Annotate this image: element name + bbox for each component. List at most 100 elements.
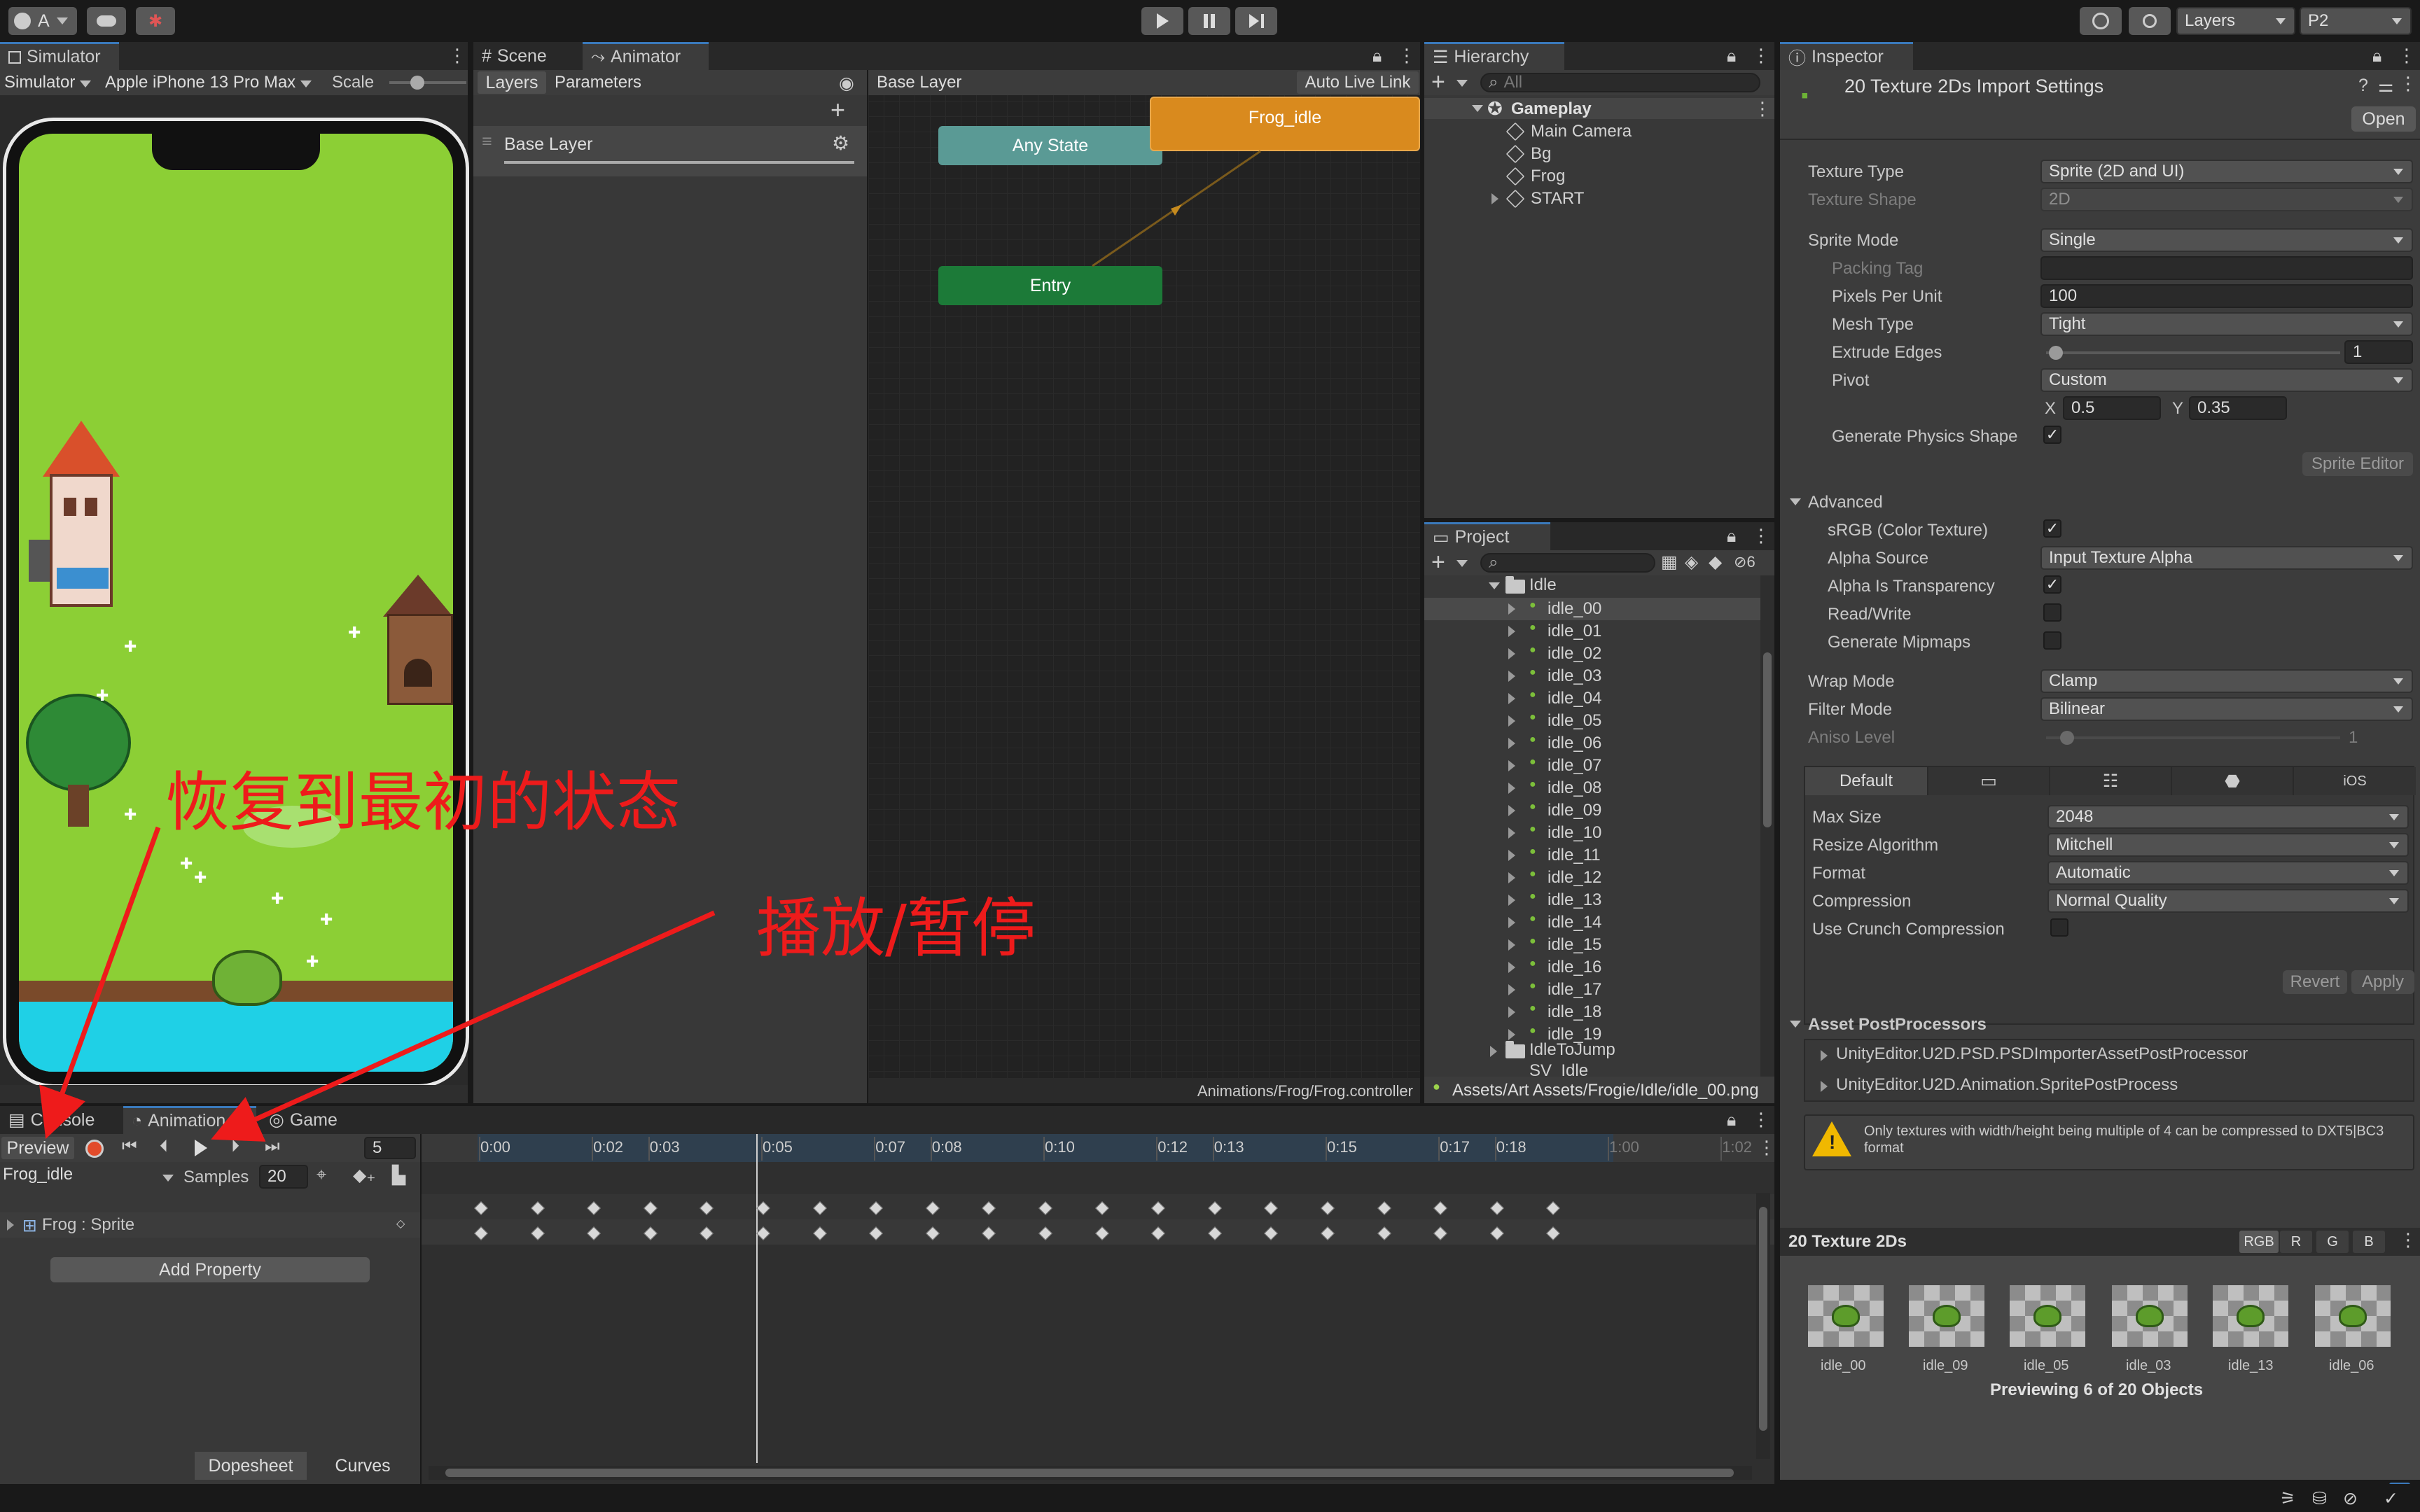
tag-icon[interactable]: ◆ — [1709, 552, 1722, 573]
tab-game[interactable]: ◎ Game — [260, 1106, 366, 1134]
open-button[interactable]: Open — [2351, 106, 2416, 132]
filter-type-icon[interactable]: ▦ — [1661, 552, 1678, 573]
physics-shape-checkbox[interactable]: ✓ — [2043, 426, 2061, 444]
resize-dropdown[interactable]: Mitchell — [2047, 833, 2409, 857]
chevron-right-icon[interactable] — [1508, 917, 1515, 928]
ppu-input[interactable]: 100 — [2040, 284, 2413, 308]
chevron-right-icon[interactable] — [1508, 648, 1515, 659]
chevron-right-icon[interactable] — [1821, 1081, 1828, 1092]
project-folder-idle[interactable]: Idle — [1424, 575, 1760, 596]
add-asset-icon[interactable]: + — [1431, 549, 1445, 576]
project-asset-item[interactable]: ● idle_05 — [1424, 710, 1760, 732]
project-asset-item[interactable]: ● idle_18 — [1424, 1001, 1760, 1023]
preview-thumb[interactable] — [1909, 1285, 1984, 1347]
more-menu-icon[interactable]: ⋮ — [1758, 1137, 1776, 1158]
search-button[interactable] — [2129, 7, 2171, 35]
alpha-source-dropdown[interactable]: Input Texture Alpha — [2040, 546, 2413, 570]
more-menu-icon[interactable]: ⋮ — [1752, 525, 1770, 547]
tab-inspector[interactable]: ⓘ Inspector — [1780, 42, 1913, 70]
chevron-right-icon[interactable] — [1821, 1050, 1828, 1061]
tab-hierarchy[interactable]: ☰ Hierarchy — [1424, 42, 1564, 70]
chevron-right-icon[interactable] — [1508, 805, 1515, 816]
chevron-right-icon[interactable] — [1508, 850, 1515, 861]
status-check-icon[interactable]: ✓ — [2384, 1488, 2398, 1509]
keyframe-add-icon[interactable]: ⌖ — [317, 1165, 326, 1185]
device-dropdown[interactable]: Apple iPhone 13 Pro Max — [105, 73, 312, 92]
apply-button[interactable]: Apply — [2351, 970, 2414, 994]
project-scrollbar[interactable] — [1760, 575, 1774, 1077]
hierarchy-scene-row[interactable]: ✪ Gameplay ⋮ — [1424, 98, 1774, 119]
layout-dropdown[interactable]: P2 — [2300, 7, 2412, 35]
timeline-vscroll-thumb[interactable] — [1759, 1207, 1767, 1431]
tab-platform-android[interactable]: ⬣ — [2171, 767, 2293, 795]
chevron-down-icon[interactable] — [1456, 80, 1468, 87]
compression-dropdown[interactable]: Normal Quality — [2047, 889, 2409, 913]
history-button[interactable] — [2080, 7, 2122, 35]
account-button[interactable]: A — [8, 7, 77, 35]
hierarchy-search-input[interactable]: ⌕ All — [1480, 73, 1760, 92]
filter-mode-dropdown[interactable]: Bilinear — [2040, 697, 2413, 721]
prev-keyframe-button[interactable]: ⏴ — [160, 1137, 168, 1156]
hierarchy-item[interactable]: Bg — [1424, 143, 1774, 165]
hierarchy-item[interactable]: Main Camera — [1424, 120, 1774, 143]
crunch-checkbox[interactable] — [2050, 918, 2068, 937]
diamond-add-icon[interactable]: ◆₊ — [353, 1165, 375, 1186]
samples-input[interactable]: 20 — [259, 1165, 308, 1189]
project-asset-item[interactable]: ● idle_14 — [1424, 911, 1760, 934]
project-asset-item[interactable]: ● idle_00 — [1424, 598, 1760, 620]
simulator-hscroll[interactable] — [0, 1085, 468, 1103]
tab-simulator[interactable]: Simulator — [0, 42, 119, 70]
chevron-right-icon[interactable] — [1508, 603, 1515, 615]
channel-rgb-button[interactable]: RGB — [2239, 1231, 2279, 1253]
network-icon[interactable]: ⚞ — [2280, 1488, 2295, 1509]
project-asset-item[interactable]: ● idle_13 — [1424, 889, 1760, 911]
more-menu-icon[interactable]: ⋮ — [2399, 73, 2417, 94]
step-button[interactable] — [1235, 7, 1277, 35]
chevron-right-icon[interactable] — [1508, 783, 1515, 794]
postproc-item[interactable]: UnityEditor.U2D.PSD.PSDImporterAssetPost… — [1836, 1044, 2248, 1064]
project-asset-item[interactable]: ● idle_06 — [1424, 732, 1760, 755]
sprite-editor-button[interactable]: Sprite Editor — [2302, 452, 2413, 476]
tab-platform-default[interactable]: Default — [1805, 767, 1927, 795]
extrude-slider-handle[interactable] — [2049, 346, 2063, 360]
chevron-right-icon[interactable] — [1508, 693, 1515, 704]
chevron-right-icon[interactable] — [1508, 939, 1515, 951]
channel-b-button[interactable]: B — [2353, 1231, 2385, 1253]
chevron-right-icon[interactable] — [1508, 715, 1515, 727]
gear-icon[interactable]: ⚙ — [832, 132, 849, 155]
frame-input[interactable]: 5 — [364, 1137, 416, 1159]
extrude-edges-input[interactable]: 1 — [2344, 340, 2413, 364]
project-asset-item[interactable]: ● idle_08 — [1424, 777, 1760, 799]
last-keyframe-button[interactable]: ⏭ — [265, 1137, 280, 1156]
tab-animation[interactable]: ◔ Animation — [123, 1106, 256, 1134]
next-keyframe-button[interactable]: ⏵ — [231, 1137, 239, 1156]
add-property-button[interactable]: Add Property — [50, 1257, 370, 1282]
chevron-right-icon[interactable] — [1508, 626, 1515, 637]
chevron-right-icon[interactable] — [1508, 827, 1515, 839]
more-menu-icon[interactable]: ⋮ — [2399, 1229, 2417, 1251]
eye-icon[interactable]: ◉ — [839, 73, 854, 94]
first-keyframe-button[interactable]: ⏮ — [122, 1137, 137, 1156]
mesh-type-dropdown[interactable]: Tight — [2040, 312, 2413, 336]
project-asset-item[interactable]: ● idle_04 — [1424, 687, 1760, 710]
chevron-right-icon[interactable] — [1508, 1007, 1515, 1018]
pause-button[interactable] — [1188, 7, 1230, 35]
project-folder-partial[interactable]: SV_Idle — [1424, 1061, 1760, 1077]
read-write-checkbox[interactable] — [2043, 603, 2061, 622]
tab-platform-ios[interactable]: iOS — [2293, 767, 2416, 795]
help-icon[interactable]: ? — [2358, 76, 2368, 96]
chevron-down-icon[interactable] — [1456, 560, 1468, 567]
pivot-dropdown[interactable]: Custom — [2040, 368, 2413, 392]
parameters-toggle-button[interactable]: Parameters — [555, 73, 641, 92]
more-menu-icon[interactable]: ⋮ — [1398, 45, 1416, 66]
timeline-hscroll-thumb[interactable] — [445, 1469, 1734, 1477]
chevron-down-icon[interactable] — [1790, 498, 1801, 505]
chevron-right-icon[interactable] — [1491, 193, 1498, 204]
more-menu-icon[interactable]: ⋮ — [1752, 1109, 1770, 1130]
chevron-right-icon[interactable] — [7, 1219, 14, 1231]
preview-thumb[interactable] — [2315, 1285, 2391, 1347]
lock-icon[interactable]: 🔒︎ — [1727, 1110, 1736, 1130]
project-asset-item[interactable]: ● idle_11 — [1424, 844, 1760, 867]
postproc-header[interactable]: Asset PostProcessors — [1808, 1015, 1987, 1035]
lock-icon[interactable]: 🔒︎ — [1727, 526, 1736, 547]
